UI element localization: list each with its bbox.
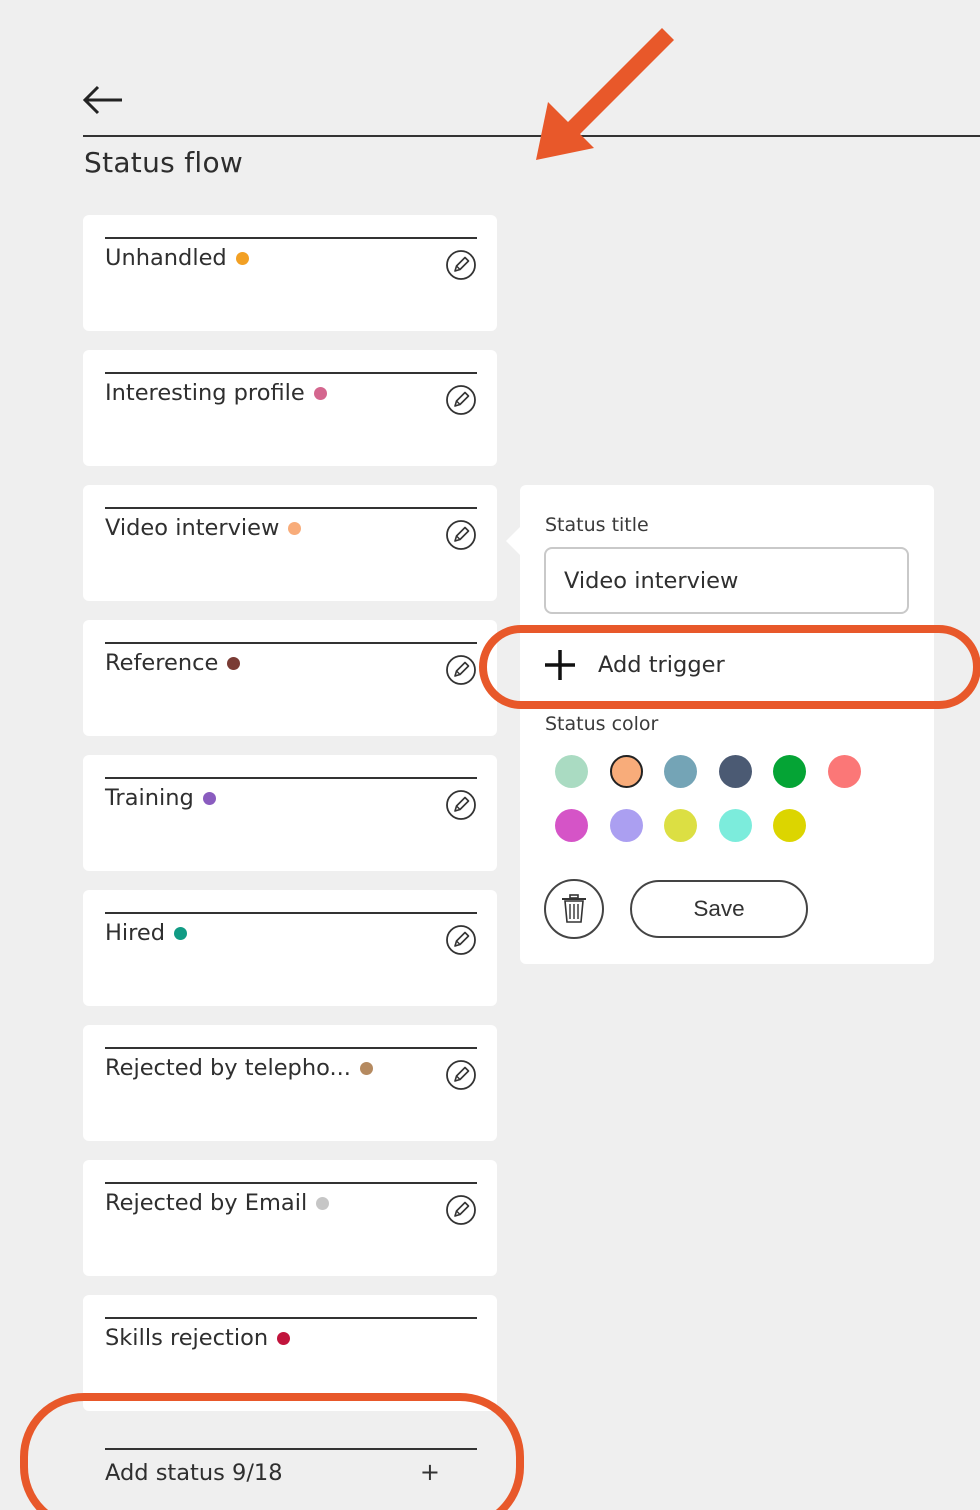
edit-pencil-icon[interactable]	[445, 654, 477, 686]
save-button[interactable]: Save	[630, 880, 808, 938]
status-name: Rejected by Email	[105, 1190, 308, 1216]
edit-pencil-icon[interactable]	[445, 1194, 477, 1226]
status-label: Unhandled	[105, 245, 249, 271]
card-divider	[105, 1047, 477, 1049]
add-trigger-button[interactable]: Add trigger	[542, 647, 725, 683]
status-card[interactable]: Rejected by telepho...	[83, 1025, 497, 1141]
back-arrow-icon[interactable]	[82, 82, 124, 118]
color-swatch[interactable]	[718, 755, 752, 788]
add-status-row[interactable]: Add status 9/18 +	[83, 1430, 497, 1510]
card-divider	[105, 1182, 477, 1184]
edit-pencil-icon[interactable]	[445, 924, 477, 956]
card-divider	[105, 777, 477, 779]
status-color-dot	[313, 386, 327, 400]
status-title-label: Status title	[545, 514, 649, 536]
status-editor-panel: Status title Add trigger Status color Sa…	[506, 485, 934, 964]
color-swatch[interactable]	[718, 809, 752, 842]
status-card[interactable]: Interesting profile	[83, 350, 497, 466]
card-divider	[105, 1448, 477, 1450]
status-label: Reference	[105, 650, 241, 676]
edit-pencil-icon[interactable]	[445, 1059, 477, 1091]
status-color-label: Status color	[545, 713, 659, 735]
edit-pencil-icon[interactable]	[445, 519, 477, 551]
status-color-dot	[288, 521, 302, 535]
status-name: Rejected by telepho...	[105, 1055, 351, 1081]
status-card[interactable]: Hired	[83, 890, 497, 1006]
status-name: Hired	[105, 920, 166, 946]
status-card[interactable]: Unhandled	[83, 215, 497, 331]
status-label: Skills rejection	[105, 1325, 291, 1351]
color-swatch[interactable]	[773, 809, 807, 842]
color-swatch[interactable]	[773, 755, 807, 788]
status-card[interactable]: Training	[83, 755, 497, 871]
status-label: Video interview	[105, 515, 302, 541]
card-divider	[105, 912, 477, 914]
status-name: Reference	[105, 650, 219, 676]
status-color-dot	[227, 656, 241, 670]
trash-icon	[562, 894, 586, 923]
status-color-dot	[174, 926, 188, 940]
status-label: Rejected by Email	[105, 1190, 330, 1216]
color-swatch[interactable]	[555, 755, 588, 788]
add-trigger-label: Add trigger	[598, 652, 725, 678]
card-divider	[105, 642, 477, 644]
status-color-dot	[202, 791, 216, 805]
page-title: Status flow	[84, 146, 244, 179]
card-divider	[105, 507, 477, 509]
status-color-dot	[235, 251, 249, 265]
color-swatch[interactable]	[828, 755, 861, 788]
annotation-arrow-icon	[536, 27, 675, 160]
card-divider	[105, 372, 477, 374]
edit-pencil-icon[interactable]	[445, 384, 477, 416]
card-divider	[105, 237, 477, 239]
status-card[interactable]: Rejected by Email	[83, 1160, 497, 1276]
status-label: Interesting profile	[105, 380, 327, 406]
color-swatch[interactable]	[609, 809, 643, 842]
status-label: Training	[105, 785, 216, 811]
status-card[interactable]: Skills rejection	[83, 1295, 497, 1411]
edit-pencil-icon[interactable]	[445, 249, 477, 281]
status-card[interactable]: Reference	[83, 620, 497, 736]
status-color-dot	[359, 1061, 373, 1075]
color-swatch[interactable]	[555, 809, 588, 842]
status-color-dot	[316, 1196, 330, 1210]
status-label: Rejected by telepho...	[105, 1055, 373, 1081]
plus-icon	[545, 650, 575, 680]
panel-pointer	[506, 525, 522, 557]
status-label: Hired	[105, 920, 188, 946]
status-color-dot	[277, 1331, 291, 1345]
status-name: Video interview	[105, 515, 280, 541]
color-swatch[interactable]	[609, 755, 643, 788]
add-status-label: Add status 9/18	[105, 1460, 283, 1486]
add-status-plus-icon[interactable]: +	[420, 1458, 440, 1486]
status-title-input[interactable]	[544, 547, 909, 614]
delete-status-button[interactable]	[544, 879, 604, 939]
status-card[interactable]: Video interview	[83, 485, 497, 601]
color-swatch[interactable]	[664, 755, 698, 788]
status-name: Unhandled	[105, 245, 227, 271]
status-name: Interesting profile	[105, 380, 305, 406]
status-name: Skills rejection	[105, 1325, 269, 1351]
edit-pencil-icon[interactable]	[445, 789, 477, 821]
status-name: Training	[105, 785, 194, 811]
header-divider	[83, 135, 980, 137]
color-swatch[interactable]	[664, 809, 698, 842]
card-divider	[105, 1317, 477, 1319]
